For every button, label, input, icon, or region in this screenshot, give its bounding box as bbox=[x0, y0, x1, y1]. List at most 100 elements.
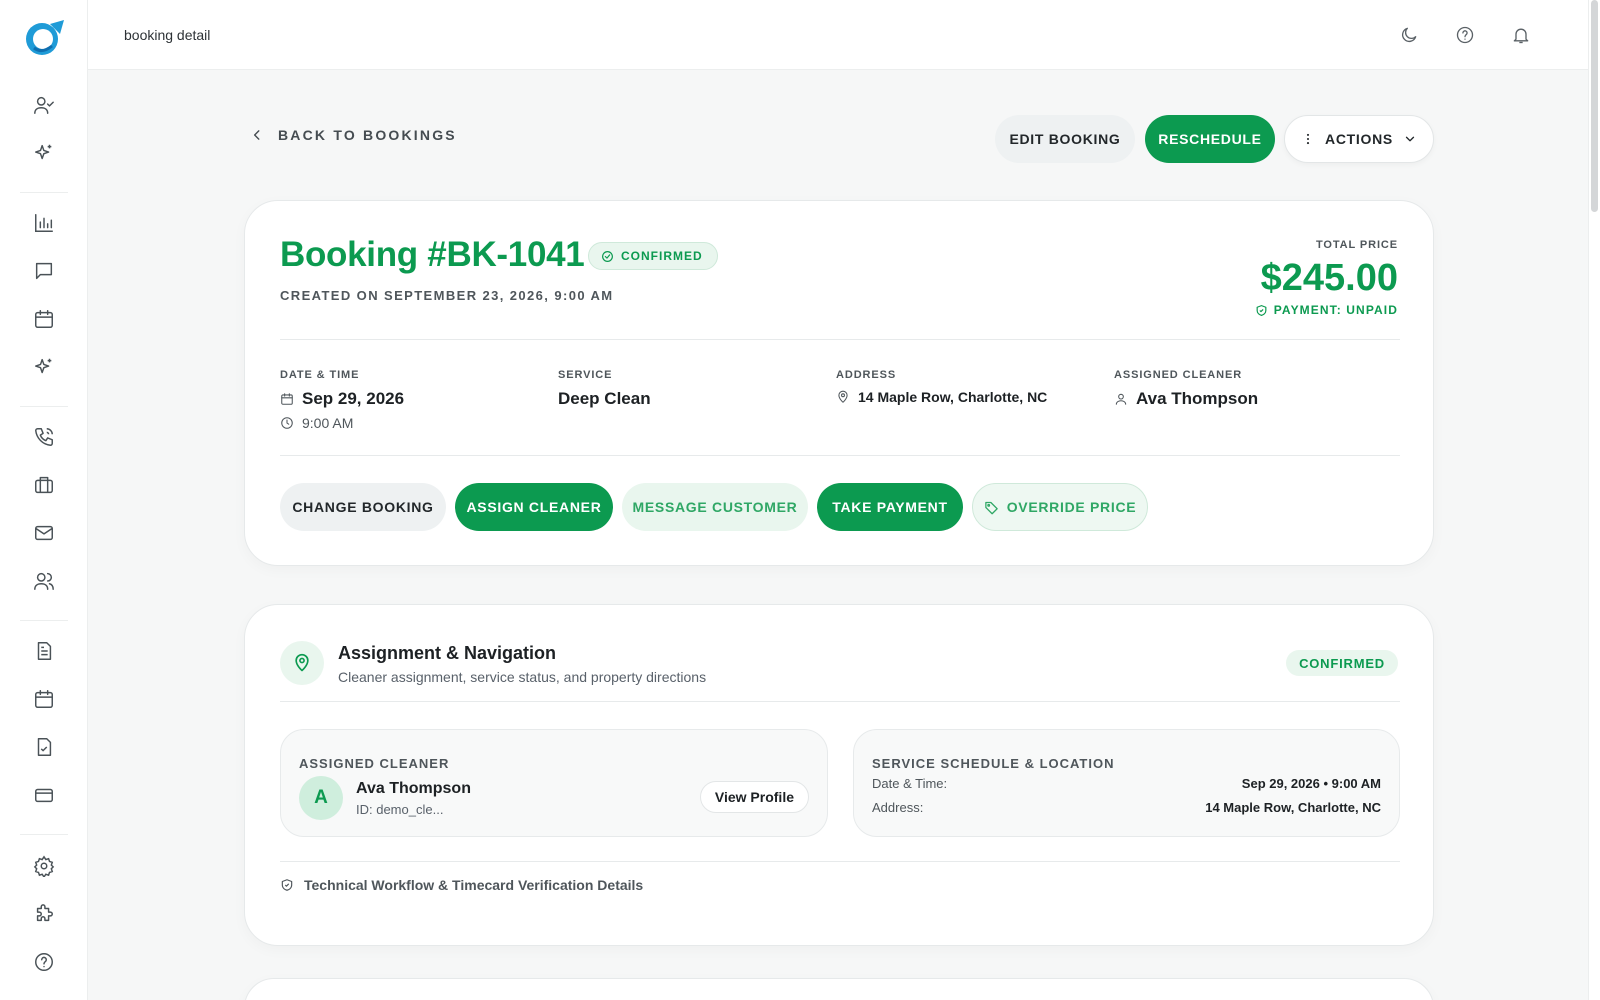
cleaner-name: Ava Thompson bbox=[356, 780, 471, 797]
booking-summary-card: Booking #BK-1041 CONFIRMED CREATED ON SE… bbox=[244, 200, 1434, 566]
assigned-cleaner-value: Ava Thompson bbox=[1136, 389, 1259, 408]
check-circle-icon bbox=[602, 250, 613, 262]
assigned-cleaner-label: ASSIGNED CLEANER bbox=[1114, 369, 1243, 381]
created-date: CREATED ON SEPTEMBER 23, 2026, 9:00 AM bbox=[280, 288, 614, 303]
scrollbar-thumb[interactable] bbox=[1591, 0, 1598, 212]
nav-divider bbox=[20, 192, 68, 193]
change-booking-button[interactable]: CHANGE BOOKING bbox=[280, 483, 446, 531]
divider bbox=[280, 861, 1400, 862]
scrollbar[interactable] bbox=[1588, 0, 1600, 1000]
cleaner-id: ID: demo_cle... bbox=[356, 802, 444, 817]
date-time-info: DATE & TIME Sep 29, 2026 9:00 AM bbox=[280, 369, 404, 431]
nav-schedule[interactable] bbox=[24, 679, 64, 719]
help-button[interactable] bbox=[1446, 16, 1484, 54]
file-check-icon bbox=[37, 738, 52, 756]
view-profile-button[interactable]: View Profile bbox=[699, 781, 809, 813]
notifications-button[interactable] bbox=[1502, 16, 1540, 54]
actions-menu-button[interactable]: ACTIONS bbox=[1284, 115, 1434, 163]
breadcrumb: booking detail bbox=[124, 27, 211, 43]
address-label: ADDRESS bbox=[836, 369, 897, 381]
nav-jobs[interactable] bbox=[24, 465, 64, 505]
calendar-icon bbox=[35, 690, 53, 708]
nav-calls[interactable] bbox=[24, 417, 64, 457]
sparkles-icon bbox=[35, 358, 52, 374]
help-icon bbox=[1456, 26, 1474, 44]
nav-calendar[interactable] bbox=[24, 299, 64, 339]
map-pin-icon bbox=[838, 390, 848, 403]
service-value: Deep Clean bbox=[558, 389, 651, 408]
mail-icon bbox=[35, 525, 53, 541]
nav-integrations[interactable] bbox=[24, 894, 64, 934]
nav-mail[interactable] bbox=[24, 513, 64, 553]
nav-messages[interactable] bbox=[24, 251, 64, 291]
briefcase-icon bbox=[35, 476, 53, 494]
users-icon bbox=[34, 572, 54, 590]
assign-cleaner-button[interactable]: ASSIGN CLEANER bbox=[455, 483, 613, 531]
calendar-icon bbox=[35, 310, 53, 328]
chevron-left-icon bbox=[253, 130, 260, 140]
reschedule-button[interactable]: RESCHEDULE bbox=[1145, 115, 1275, 163]
status-badge-label: CONFIRMED bbox=[621, 249, 703, 263]
schedule-address-row: Address: 14 Maple Row, Charlotte, NC bbox=[872, 800, 1381, 815]
service-info: SERVICE Deep Clean bbox=[558, 369, 651, 409]
status-badge: CONFIRMED bbox=[588, 242, 718, 270]
assigned-cleaner-panel: ASSIGNED CLEANER A Ava Thompson ID: demo… bbox=[280, 729, 828, 837]
nav-ai[interactable] bbox=[24, 133, 64, 173]
service-schedule-panel: SERVICE SCHEDULE & LOCATION Date & Time:… bbox=[853, 729, 1400, 837]
section-title: Assignment & Navigation bbox=[338, 643, 557, 663]
total-price-label: TOTAL PRICE bbox=[1315, 239, 1398, 251]
booking-title: Booking #BK-1041 bbox=[280, 235, 585, 274]
address-value: 14 Maple Row, Charlotte, NC bbox=[858, 389, 1048, 405]
booking-time: 9:00 AM bbox=[302, 415, 354, 431]
shield-icon bbox=[281, 879, 293, 891]
nav-help[interactable] bbox=[24, 942, 64, 982]
nav-analytics[interactable] bbox=[24, 203, 64, 243]
payment-status-label: PAYMENT: UNPAID bbox=[1273, 303, 1398, 317]
chevron-down-icon bbox=[1405, 136, 1415, 142]
bar-chart-icon bbox=[35, 214, 53, 232]
divider bbox=[280, 455, 1400, 456]
calendar-icon bbox=[281, 393, 293, 405]
nav-documents[interactable] bbox=[24, 631, 64, 671]
theme-toggle-button[interactable] bbox=[1390, 16, 1428, 54]
section-subtitle: Cleaner assignment, service status, and … bbox=[338, 669, 707, 685]
user-icon bbox=[1115, 393, 1127, 405]
override-price-label: OVERRIDE PRICE bbox=[1006, 499, 1137, 515]
file-text-icon bbox=[37, 642, 52, 660]
back-to-bookings-link[interactable]: BACK TO BOOKINGS bbox=[250, 127, 457, 143]
address-key: Address: bbox=[872, 800, 924, 815]
nav-ai-2[interactable] bbox=[24, 347, 64, 387]
booking-date: Sep 29, 2026 bbox=[302, 389, 405, 408]
app-logo[interactable] bbox=[22, 18, 66, 58]
panel-label: ASSIGNED CLEANER bbox=[299, 756, 450, 771]
datetime-key: Date & Time: bbox=[872, 776, 948, 791]
datetime-value: Sep 29, 2026 • 9:00 AM bbox=[1241, 776, 1381, 791]
back-label: BACK TO BOOKINGS bbox=[278, 127, 457, 143]
next-section-card bbox=[244, 978, 1434, 1000]
override-price-button[interactable]: OVERRIDE PRICE bbox=[972, 483, 1148, 531]
divider bbox=[280, 339, 1400, 340]
nav-billing[interactable] bbox=[24, 775, 64, 815]
address-info: ADDRESS 14 Maple Row, Charlotte, NC bbox=[836, 369, 1047, 405]
edit-booking-button[interactable]: EDIT BOOKING bbox=[995, 115, 1135, 163]
nav-checklists[interactable] bbox=[24, 727, 64, 767]
sidebar bbox=[0, 0, 88, 1000]
take-payment-button[interactable]: TAKE PAYMENT bbox=[817, 483, 963, 531]
nav-users-check[interactable] bbox=[24, 85, 64, 125]
location-badge bbox=[280, 641, 324, 685]
nav-settings[interactable] bbox=[24, 846, 64, 886]
schedule-datetime-row: Date & Time: Sep 29, 2026 • 9:00 AM bbox=[872, 776, 1381, 791]
nav-divider bbox=[20, 406, 68, 407]
shield-check-icon bbox=[1256, 304, 1267, 316]
nav-team[interactable] bbox=[24, 561, 64, 601]
more-vertical-icon bbox=[1306, 133, 1310, 145]
help-icon bbox=[35, 953, 53, 971]
panel-label: SERVICE SCHEDULE & LOCATION bbox=[872, 756, 1115, 771]
user-check-icon bbox=[34, 96, 54, 114]
map-pin-icon bbox=[295, 653, 309, 672]
address-value: 14 Maple Row, Charlotte, NC bbox=[1205, 800, 1381, 815]
technical-details-toggle[interactable]: Technical Workflow & Timecard Verificati… bbox=[280, 877, 643, 893]
total-price-value: $245.00 bbox=[1260, 257, 1398, 299]
clock-icon bbox=[281, 417, 293, 429]
message-customer-button[interactable]: MESSAGE CUSTOMER bbox=[622, 483, 808, 531]
